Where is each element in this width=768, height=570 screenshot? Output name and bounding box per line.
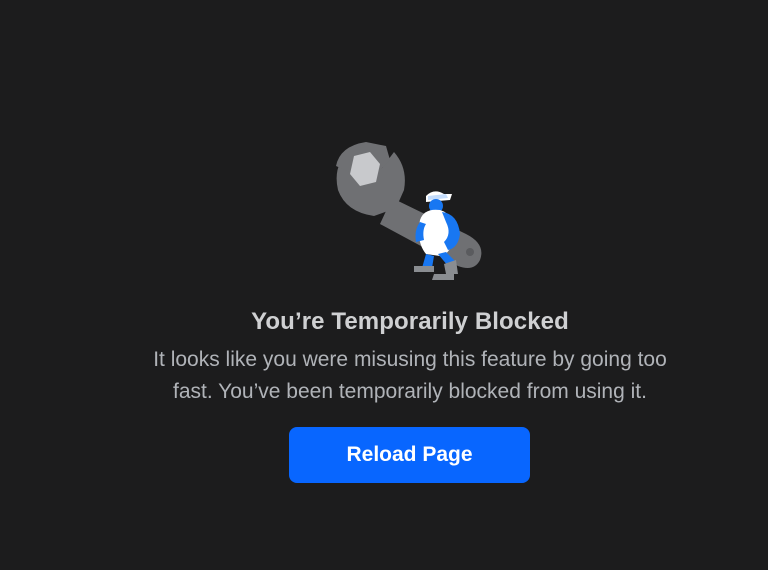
wrench-icon <box>336 142 482 268</box>
message-line-1: It looks like you were misusing this fea… <box>153 348 667 371</box>
message-line-2: fast. You’ve been temporarily blocked fr… <box>173 380 647 403</box>
worker-figure-icon <box>414 191 460 280</box>
reload-page-button[interactable]: Reload Page <box>289 427 530 483</box>
page-title: You’re Temporarily Blocked <box>251 308 569 335</box>
block-message: It looks like you were misusing this fea… <box>0 344 768 408</box>
wrench-worker-icon <box>336 142 482 280</box>
blocked-page: You’re Temporarily Blocked It looks like… <box>0 0 768 570</box>
wrench-worker-illustration <box>330 138 494 284</box>
